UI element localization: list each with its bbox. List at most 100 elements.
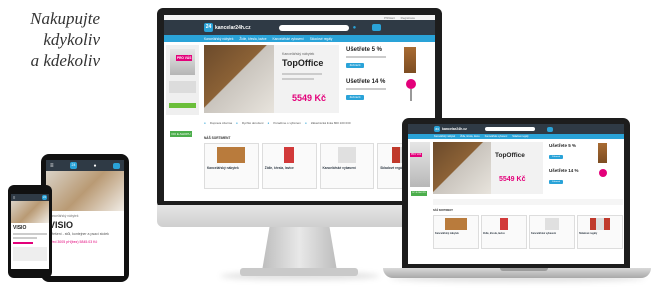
tablet-product-title: VISIO [49, 220, 74, 230]
sale-1-button[interactable]: Zobrazit [346, 63, 364, 68]
category-title: Židle, křesla, lavice [264, 166, 294, 170]
section-title: NÁŠ SORTIMENT [204, 136, 231, 140]
stool-image [599, 169, 607, 177]
search-input[interactable] [278, 24, 349, 31]
hero-price: 5549 Kč [292, 93, 327, 103]
logo-icon: 24 [204, 23, 213, 32]
logo-text: kancelar24h.cz [215, 24, 251, 31]
menu-icon[interactable]: ≡ [13, 195, 15, 200]
category-image [545, 218, 559, 230]
nav-item-shelving[interactable]: Skladové regály [512, 136, 528, 138]
phone-product-info: VISIO [11, 223, 49, 263]
sale-2-title: Ušetřete 14 % [346, 79, 386, 85]
laptop-hero[interactable]: TopOffice 5549 Kč [433, 142, 543, 194]
phone-product-image [11, 201, 49, 223]
laptop: 24 kancelar24h.cz Kancelářský nábytek Ži… [402, 118, 630, 270]
hero-text-line [282, 78, 314, 80]
desktop-screen: Přihlásit Registrace 24 kancelar24h.cz ●… [164, 15, 435, 201]
hero-label: Kancelářský nábytek [282, 52, 315, 56]
category-grid: Kancelářský nábytek Židle, křesla, lavic… [204, 143, 432, 189]
tablet-breadcrumb[interactable]: Kancelářský nábytek [49, 214, 121, 218]
sale-2-text [346, 88, 386, 90]
login-link[interactable]: Přihlásit [384, 16, 395, 20]
category-title: Kancelářské vybavení [531, 232, 556, 235]
category-image [337, 147, 356, 163]
cart-icon[interactable] [113, 162, 120, 169]
laptop-hero-price: 5549 Kč [499, 176, 526, 183]
laptop-promo-button[interactable]: DO E-SHOPU [411, 191, 427, 196]
laptop-section-title: NÁŠ SORTIMENT [433, 209, 453, 212]
category-title: Skladové regály [579, 232, 598, 235]
laptop-logo[interactable]: 24 kancelar24h.cz [434, 126, 467, 132]
category-card[interactable]: Kancelářské vybavení [319, 143, 375, 189]
laptop-notch [500, 268, 548, 271]
promo-badge: PRO VÁS [176, 55, 193, 61]
nav-item-office-equipment[interactable]: Kancelářské vybavení [273, 37, 304, 41]
sale-1-text [346, 56, 386, 58]
tablet-logo-icon[interactable]: 24 [70, 162, 77, 169]
laptop-search-input[interactable] [484, 127, 535, 131]
category-card[interactable]: Skladové regály [577, 215, 623, 249]
desktop-stand [262, 227, 337, 271]
site-logo[interactable]: 24 kancelar24h.cz [204, 23, 251, 32]
category-card[interactable]: Židle, křesla, lavice [481, 215, 527, 249]
tablet: ≡ 24 ● Kancelářský nábytek VISIO 2 řešen… [41, 154, 129, 282]
nav-item-office-furniture[interactable]: Kancelářský nábytek [434, 136, 455, 138]
hero-image [204, 45, 274, 113]
promo-product-image [170, 49, 195, 75]
laptop-sale-1-button[interactable]: Zobrazit [549, 155, 563, 159]
sale-column: Ušetřete 5 % Zobrazit Ušetřete 14 % Zobr… [344, 45, 432, 115]
features-strip: ● Doprava zdarma ● Rychlé doručení ● Por… [204, 118, 432, 128]
site-header: 24 kancelar24h.cz ● [164, 20, 435, 35]
laptop-screen: 24 kancelar24h.cz Kancelářský nábytek Ži… [408, 124, 624, 264]
laptop-category-grid: Kancelářský nábytek Židle, křesla, lavic… [433, 215, 623, 249]
register-link[interactable]: Registrace [401, 16, 415, 20]
sale-2-button[interactable]: Zobrazit [346, 95, 364, 100]
phone-price-line [13, 242, 34, 244]
feature-free-shipping: Doprava zdarma [209, 121, 232, 125]
nav-item-office-equipment[interactable]: Kancelářské vybavení [485, 136, 507, 138]
laptop-features-strip [433, 199, 623, 205]
category-card[interactable]: Židle, křesla, lavice [261, 143, 317, 189]
nav-item-shelving[interactable]: Skladové regály [310, 37, 333, 41]
tablet-product-image [46, 171, 124, 211]
feature-fast-delivery: Rychlé doručení [241, 121, 264, 125]
sale-1-shelf-image [404, 47, 416, 73]
laptop-sale-2-button[interactable]: Zobrazit [549, 180, 563, 184]
category-title: Kancelářský nábytek [435, 232, 459, 235]
logo-text: kancelar24h.cz [442, 127, 467, 131]
category-card[interactable]: Kancelářské vybavení [529, 215, 575, 249]
category-image [590, 218, 610, 230]
slogan: Nakupujte kdykoliv a kdekoliv [0, 8, 100, 71]
cart-icon[interactable] [372, 24, 382, 31]
phone-logo-icon[interactable]: 24 [42, 195, 47, 200]
menu-icon[interactable]: ≡ [50, 163, 54, 169]
category-title: Kancelářské vybavení [322, 166, 356, 170]
promo-text-block [169, 81, 196, 93]
nav-item-chairs[interactable]: Židle, křesla, lavice [239, 37, 266, 41]
shelf-image [598, 143, 607, 163]
category-title: Kancelářský nábytek [207, 166, 239, 170]
clock-icon: ● [236, 121, 238, 125]
laptop-sale-column: Ušetřete 5 % Zobrazit Ušetřete 14 % Zobr… [548, 142, 622, 194]
left-promo-button[interactable]: DO E-SHOPU [170, 131, 192, 137]
nav-item-chairs[interactable]: Židle, křesla, lavice [460, 136, 480, 138]
laptop-sale-1-title: Ušetřete 5 % [549, 143, 577, 148]
category-card[interactable]: Kancelářský nábytek [204, 143, 259, 189]
slogan-line-3: a kdekoliv [30, 51, 100, 70]
page-body: PRO VÁS DO E-SHOPU Kancelářský nábytek T… [164, 42, 435, 192]
feature-hotline: Zákaznická linka 800 100 030 [310, 121, 351, 125]
phone-screen: ≡ 24 VISIO [11, 194, 49, 269]
slogan-line-1: Nakupujte [30, 9, 100, 28]
hero-title: TopOffice [282, 58, 324, 68]
phone: ≡ 24 VISIO [8, 185, 52, 278]
hero-banner[interactable]: Kancelářský nábytek TopOffice 5549 Kč [204, 45, 339, 113]
cart-icon[interactable] [546, 126, 553, 132]
search-icon[interactable]: ● [353, 25, 357, 31]
search-icon[interactable]: ● [93, 163, 96, 169]
nav-item-office-furniture[interactable]: Kancelářský nábytek [204, 37, 233, 41]
category-card[interactable]: Kancelářský nábytek [433, 215, 479, 249]
phone-product-title: VISIO [13, 225, 27, 231]
tablet-product-price: Před 3005 pH(bez) 5845.03 Kč [49, 239, 98, 244]
slogan-line-2: kdykoliv [43, 30, 100, 49]
